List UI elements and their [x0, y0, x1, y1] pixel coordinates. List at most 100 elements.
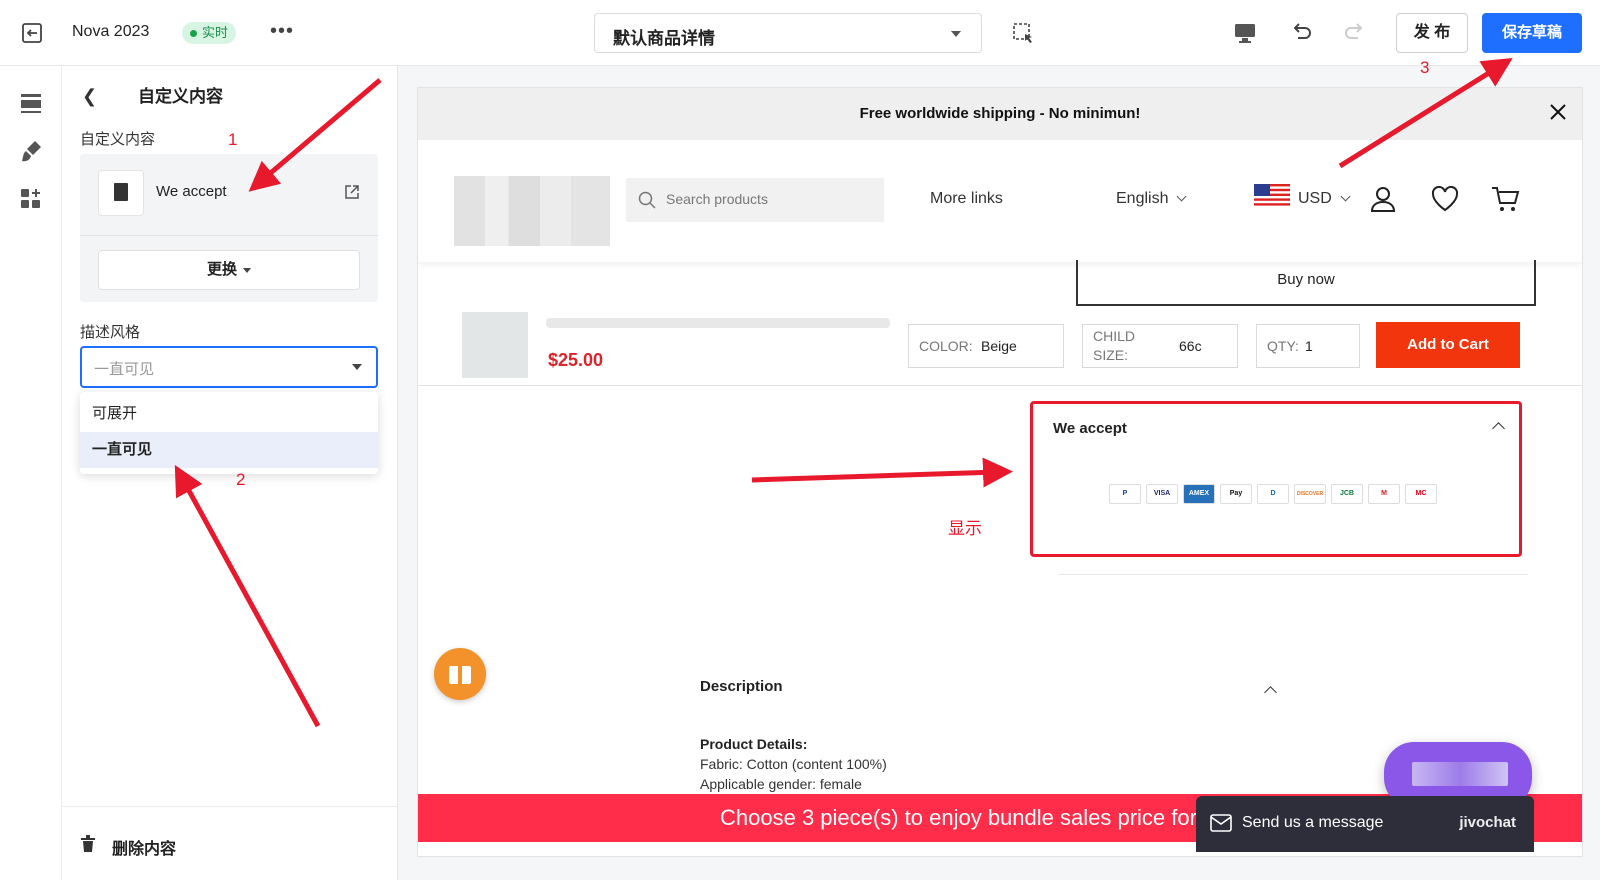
divider	[80, 235, 378, 236]
exit-editor-icon[interactable]	[20, 22, 44, 44]
chat-prompt: Send us a message	[1242, 814, 1384, 831]
option-expandable[interactable]: 可展开	[80, 396, 378, 432]
color-select[interactable]: COLOR: Beige	[908, 324, 1064, 368]
color-value: Beige	[981, 338, 1017, 354]
diners-icon: D	[1257, 484, 1289, 504]
trash-icon	[81, 835, 95, 852]
apps-icon[interactable]	[18, 186, 44, 212]
chevron-down-icon	[1177, 191, 1187, 202]
language-value: English	[1116, 190, 1169, 207]
divider	[1058, 574, 1528, 575]
delete-content-button[interactable]: 删除内容	[62, 806, 398, 880]
buy-now-button[interactable]: Buy now	[1076, 260, 1536, 306]
chevron-up-icon[interactable]	[1264, 686, 1277, 699]
replace-button[interactable]: 更换	[98, 250, 360, 290]
apple-pay-icon: Pay	[1220, 484, 1252, 504]
panel-title: 自定义内容	[138, 87, 223, 106]
annotation-step-1: 1	[228, 130, 238, 149]
more-links[interactable]: More links	[930, 190, 1003, 208]
settings-panel: ❮ 自定义内容 自定义内容 We accept 更换 描述风格 一直可见 可展开…	[62, 66, 398, 880]
document-icon	[98, 170, 144, 216]
chevron-down-icon	[1340, 191, 1351, 202]
product-name	[546, 318, 890, 328]
close-icon[interactable]	[1548, 102, 1568, 122]
we-accept-block: We accept P VISA AMEX Pay D DISCOVER JCB…	[1030, 401, 1522, 557]
account-icon[interactable]	[1368, 184, 1398, 214]
gift-icon[interactable]	[434, 648, 486, 700]
product-details: Product Details: Fabric: Cotton (content…	[700, 734, 887, 794]
chevron-up-icon[interactable]	[1492, 422, 1505, 435]
more-options-icon[interactable]: •••	[270, 20, 294, 43]
message-icon	[1210, 814, 1232, 832]
chat-bar[interactable]: Send us a message jivochat	[1196, 796, 1534, 852]
qty-label: QTY:	[1267, 338, 1299, 354]
theme-brush-icon[interactable]	[18, 138, 44, 164]
discover-icon: DISCOVER	[1294, 484, 1326, 504]
amex-icon: AMEX	[1183, 484, 1215, 504]
content-card: We accept 更换	[80, 154, 378, 302]
search-input[interactable]: Search products	[626, 178, 884, 222]
chevron-down-icon	[951, 31, 961, 37]
style-dropdown: 可展开 一直可见	[80, 392, 378, 474]
store-logo[interactable]	[454, 176, 610, 246]
chat-brand: jivochat	[1459, 814, 1516, 831]
paypal-icon: P	[1109, 484, 1141, 504]
template-select[interactable]: 默认商品详情	[594, 13, 982, 53]
caret-down-icon	[243, 267, 251, 273]
store-name: Nova 2023	[72, 23, 150, 40]
wishlist-heart-icon[interactable]	[1430, 184, 1460, 214]
template-select-value: 默认商品详情	[613, 29, 715, 48]
size-value: 66c	[1179, 338, 1202, 354]
select-element-icon[interactable]	[1010, 20, 1036, 46]
color-label: COLOR:	[919, 338, 973, 354]
left-rail	[0, 66, 62, 880]
add-to-cart-button[interactable]: Add to Cart	[1376, 322, 1520, 368]
language-select[interactable]: English	[1116, 190, 1187, 208]
size-select[interactable]: CHILD SIZE: 66c	[1082, 324, 1238, 368]
external-link-icon[interactable]	[344, 184, 360, 200]
search-icon	[638, 191, 656, 209]
redo-icon[interactable]	[1342, 20, 1368, 46]
save-draft-button[interactable]: 保存草稿	[1482, 13, 1582, 53]
delete-content-label: 删除内容	[112, 841, 177, 858]
description-style-label: 描述风格	[80, 324, 141, 341]
chevron-down-icon	[352, 364, 362, 370]
annotation-display-note: 显示	[948, 519, 982, 538]
top-bar: Nova 2023 实时 ••• 默认商品详情 发 布 保存草稿	[0, 0, 1600, 66]
desktop-view-icon[interactable]	[1232, 20, 1258, 46]
option-always-visible[interactable]: 一直可见	[80, 432, 378, 468]
detail-gender: Applicable gender: female	[700, 776, 862, 792]
visa-icon: VISA	[1146, 484, 1178, 504]
replace-label: 更换	[206, 261, 237, 278]
description-style-select[interactable]: 一直可见	[80, 346, 378, 388]
store-header: Search products More links English USD	[418, 140, 1582, 262]
content-name: We accept	[156, 183, 227, 200]
qty-value: 1	[1305, 338, 1313, 354]
description-title: Description	[700, 678, 783, 695]
quantity-input[interactable]: QTY: 1	[1256, 324, 1360, 368]
cart-icon[interactable]	[1490, 184, 1520, 214]
live-status-badge: 实时	[182, 22, 237, 44]
currency-select[interactable]: USD	[1298, 190, 1351, 208]
us-flag-icon	[1254, 184, 1290, 208]
payment-icons: P VISA AMEX Pay D DISCOVER JCB M MC	[1109, 484, 1437, 504]
detail-fabric: Fabric: Cotton (content 100%)	[700, 756, 887, 772]
style-select-value: 一直可见	[94, 361, 155, 378]
maestro-icon: M	[1368, 484, 1400, 504]
product-details-title: Product Details:	[700, 736, 808, 752]
sticky-product-bar: $25.00 COLOR: Beige CHILD SIZE: 66c QTY:…	[418, 306, 1582, 386]
sections-icon[interactable]	[18, 90, 44, 116]
size-label-line-2: SIZE:	[1093, 347, 1129, 363]
product-price: $25.00	[548, 350, 604, 370]
announcement-bar: Free worldwide shipping - No minimun!	[418, 88, 1582, 140]
undo-icon[interactable]	[1288, 20, 1314, 46]
back-arrow-icon[interactable]: ❮	[82, 86, 97, 107]
currency-value: USD	[1298, 190, 1332, 207]
publish-button[interactable]: 发 布	[1396, 13, 1468, 53]
mastercard-icon: MC	[1405, 484, 1437, 504]
annotation-step-3: 3	[1420, 58, 1430, 77]
we-accept-title: We accept	[1053, 420, 1127, 437]
product-thumbnail	[462, 312, 528, 378]
annotation-step-2: 2	[236, 470, 246, 489]
search-placeholder: Search products	[666, 191, 768, 207]
